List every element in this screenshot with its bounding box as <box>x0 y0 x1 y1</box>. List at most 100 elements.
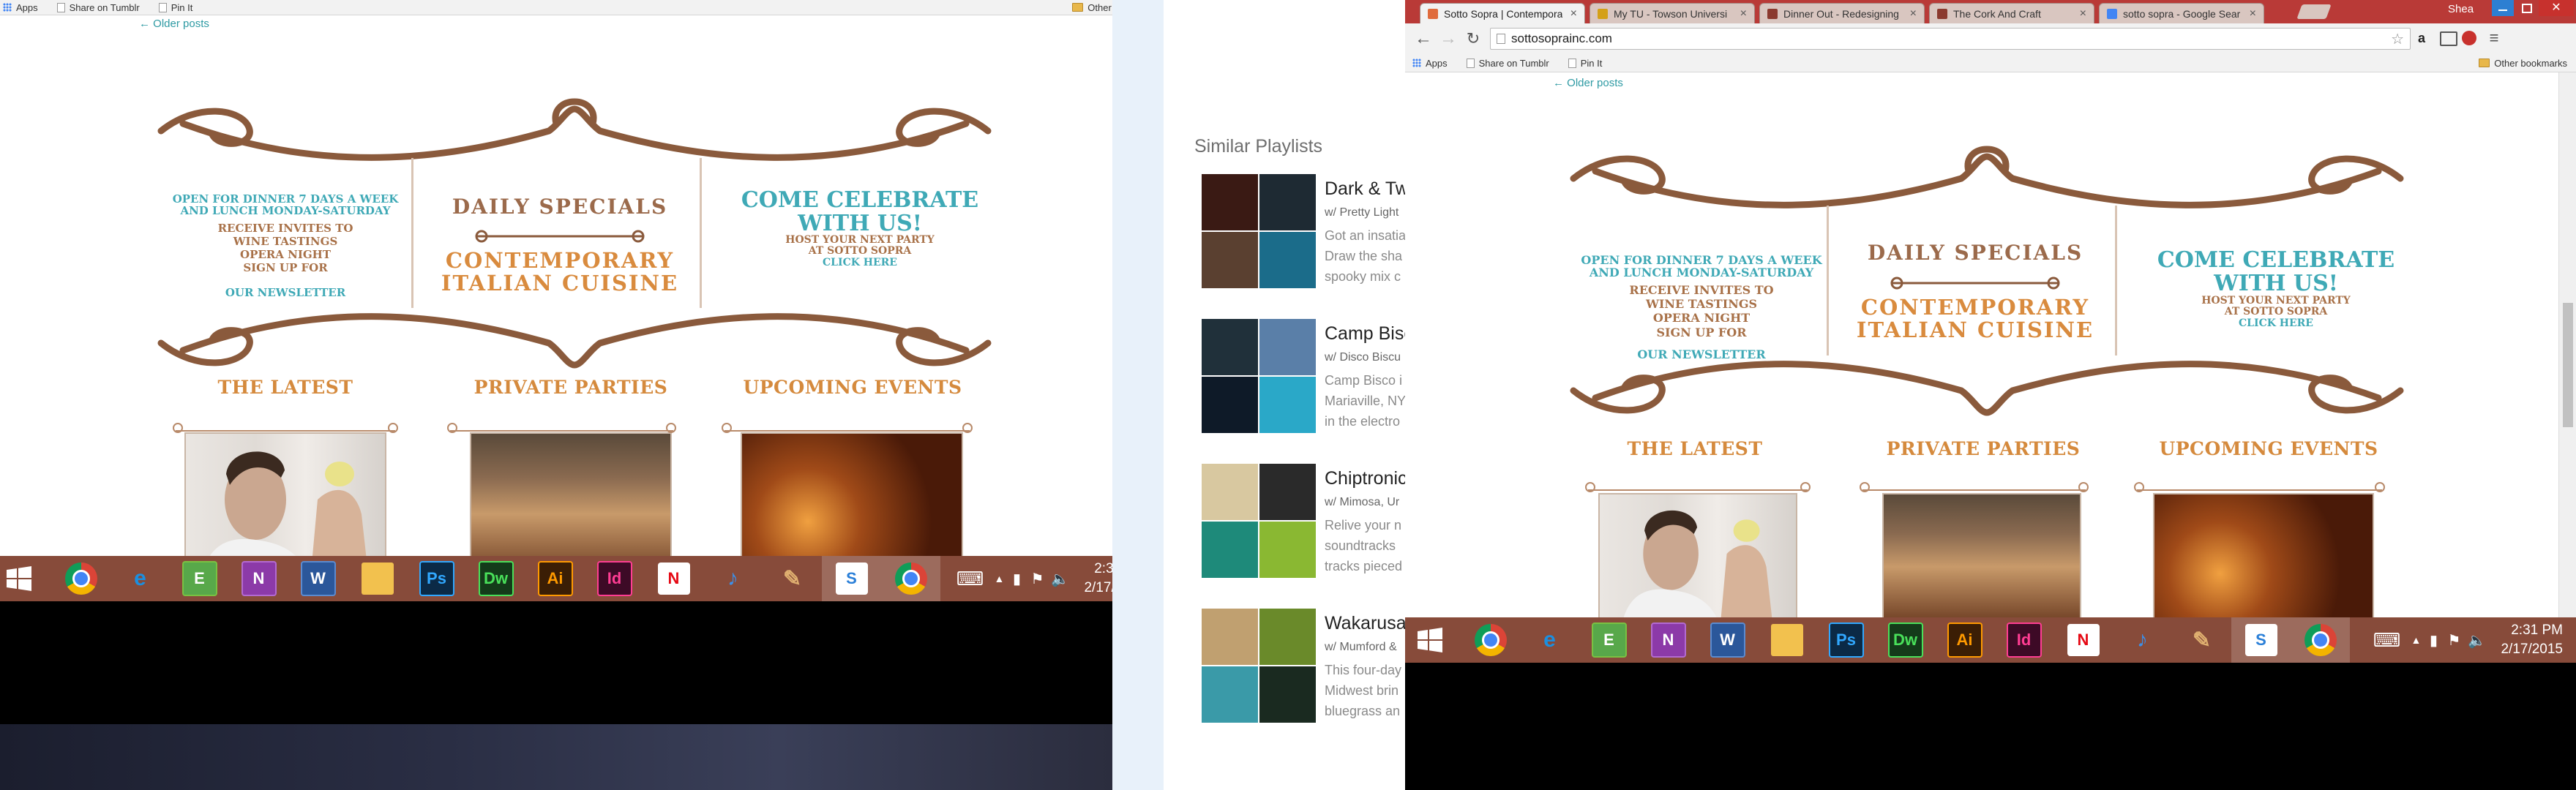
older-posts-link[interactable]: ← Older posts <box>139 18 209 30</box>
evernote-icon[interactable]: E <box>170 556 229 601</box>
playlist-item[interactable]: Camp Bisc w/ Disco Biscu Camp Bisco i Maria… <box>1202 319 1405 458</box>
chrome-icon[interactable] <box>1461 617 1520 663</box>
tab-close-icon[interactable]: × <box>2245 7 2256 20</box>
start-button[interactable] <box>1411 617 1449 663</box>
apps-bookmark[interactable]: Apps <box>1412 58 1448 69</box>
evernote-icon[interactable]: E <box>1579 617 1639 663</box>
indesign-icon[interactable]: Id <box>585 556 644 601</box>
tab-close-icon[interactable]: × <box>2075 7 2086 20</box>
songza-icon[interactable]: S <box>2231 617 2291 663</box>
new-tab-button[interactable] <box>2296 4 2332 19</box>
private-parties-photo[interactable] <box>1882 493 2081 617</box>
right-taskbar: e E N W Ps Dw Ai Id N ♪ ✎ S ⌨ ▲ ▮ ⚑ 🔈 2:31 PM 2/17/… <box>1405 617 2576 663</box>
dreamweaver-icon[interactable]: Dw <box>466 556 525 601</box>
user-profile-label[interactable]: Shea <box>2448 3 2474 15</box>
onenote-icon[interactable]: N <box>1639 617 1698 663</box>
amazon-extension-icon[interactable]: a <box>2418 31 2434 47</box>
lastpass-icon[interactable] <box>2462 31 2476 45</box>
playlist-artists: w/ Pretty Light <box>1325 206 1399 219</box>
tumblr-bookmark[interactable]: Share on Tumblr <box>1466 58 1549 69</box>
browser-tab-1[interactable]: Sotto Sopra | Contempora × <box>1420 3 1585 23</box>
chrome-icon[interactable] <box>51 556 111 601</box>
apps-bookmark[interactable]: Apps <box>3 2 38 13</box>
right-clock[interactable]: 2:31 PM 2/17/2015 <box>2501 621 2563 658</box>
itunes-icon[interactable]: ♪ <box>2113 617 2172 663</box>
internet-explorer-icon[interactable]: e <box>111 556 170 601</box>
address-bar[interactable]: sottosoprainc.com ☆ <box>1490 28 2411 50</box>
browser-tab-4[interactable]: The Cork And Craft × <box>1929 3 2094 23</box>
newsletter-link[interactable]: our newsletter <box>154 287 417 298</box>
indesign-icon[interactable]: Id <box>1994 617 2053 663</box>
latest-photo[interactable] <box>184 432 386 556</box>
itunes-icon[interactable]: ♪ <box>703 556 763 601</box>
volume-icon[interactable]: 🔈 <box>2464 617 2489 663</box>
chrome-active-icon[interactable] <box>881 556 940 601</box>
paintbrush-icon[interactable]: ✎ <box>763 556 822 601</box>
tray-overflow-icon[interactable]: ▲ <box>2408 617 2423 663</box>
tray-overflow-icon[interactable]: ▲ <box>992 556 1006 601</box>
paintbrush-icon[interactable]: ✎ <box>2172 617 2231 663</box>
file-explorer-icon[interactable] <box>348 556 407 601</box>
right-scrollbar-track[interactable] <box>2558 72 2576 617</box>
minimize-button[interactable] <box>2492 0 2514 16</box>
upcoming-events-photo[interactable] <box>2153 493 2374 617</box>
playlist-title[interactable]: Camp Bisc <box>1325 323 1405 345</box>
chrome-active-icon[interactable] <box>2291 617 2350 663</box>
tab-close-icon[interactable]: × <box>1906 7 1917 20</box>
pin-bookmark[interactable]: Pin It <box>158 2 192 13</box>
battery-icon[interactable]: ▮ <box>1006 556 1027 601</box>
latest-photo[interactable] <box>1598 493 1797 617</box>
dreamweaver-icon[interactable]: Dw <box>1876 617 1935 663</box>
pin-bookmark[interactable]: Pin It <box>1568 58 1602 69</box>
cast-icon[interactable] <box>2440 31 2457 46</box>
restore-button[interactable] <box>2515 0 2537 16</box>
playlist-title[interactable]: Wakarusa <box>1325 613 1405 634</box>
tab-close-icon[interactable]: × <box>1566 7 1577 20</box>
chrome-menu-icon[interactable]: ≡ <box>2485 28 2503 48</box>
photoshop-icon[interactable]: Ps <box>1816 617 1876 663</box>
battery-icon[interactable]: ▮ <box>2423 617 2444 663</box>
click-here-link[interactable]: Click Here <box>706 257 1014 268</box>
keyboard-icon[interactable]: ⌨ <box>2365 617 2408 663</box>
upcoming-events-photo[interactable] <box>741 432 963 556</box>
songza-icon[interactable]: S <box>822 556 881 601</box>
internet-explorer-icon[interactable]: e <box>1520 617 1579 663</box>
keyboard-icon[interactable]: ⌨ <box>948 556 992 601</box>
private-parties-photo[interactable] <box>470 432 672 556</box>
older-posts-link[interactable]: ← Older posts <box>1553 77 1623 89</box>
volume-icon[interactable]: 🔈 <box>1047 556 1072 601</box>
tab-close-icon[interactable]: × <box>1736 7 1747 20</box>
start-button[interactable] <box>0 556 38 601</box>
playlist-item[interactable]: Dark & Tw w/ Pretty Light Got an insatia Dr… <box>1202 174 1405 313</box>
close-window-button[interactable]: ✕ <box>2539 0 2574 16</box>
bookmark-star-icon[interactable]: ☆ <box>2391 30 2404 48</box>
playlist-title[interactable]: Dark & Tw <box>1325 178 1405 200</box>
playlist-item[interactable]: Wakarusa w/ Mumford & This four-day Midwest… <box>1202 609 1405 748</box>
illustrator-icon[interactable]: Ai <box>1935 617 1994 663</box>
browser-tab-5[interactable]: sotto sopra - Google Sear × <box>2099 3 2264 23</box>
right-scrollbar-thumb[interactable] <box>2563 303 2573 427</box>
playlist-title[interactable]: Chiptronic <box>1325 468 1405 489</box>
flag-icon[interactable]: ⚑ <box>1027 556 1047 601</box>
netflix-icon[interactable]: N <box>644 556 703 601</box>
newsletter-link[interactable]: our newsletter <box>1566 348 1837 361</box>
browser-tab-2[interactable]: My TU - Towson Universi × <box>1590 3 1755 23</box>
file-explorer-icon[interactable] <box>1757 617 1816 663</box>
other-bookmarks[interactable]: Other bookmarks <box>2479 58 2567 69</box>
tumblr-bookmark[interactable]: Share on Tumblr <box>56 2 140 13</box>
right-clock-time: 2:31 PM <box>2511 622 2563 639</box>
illustrator-icon[interactable]: Ai <box>525 556 585 601</box>
forward-button[interactable]: → <box>1439 29 1458 48</box>
playlist-item[interactable]: Chiptronic w/ Mimosa, Ur Relive your n soun… <box>1202 464 1405 603</box>
click-here-link[interactable]: Click Here <box>2122 317 2430 329</box>
flag-icon[interactable]: ⚑ <box>2444 617 2464 663</box>
reload-button[interactable]: ↻ <box>1464 29 1483 48</box>
onenote-icon[interactable]: N <box>229 556 288 601</box>
photoshop-icon[interactable]: Ps <box>407 556 466 601</box>
netflix-icon[interactable]: N <box>2053 617 2113 663</box>
playlist-thumbnail <box>1202 464 1316 578</box>
browser-tab-3[interactable]: Dinner Out - Redesigning × <box>1759 3 1925 23</box>
word-icon[interactable]: W <box>288 556 348 601</box>
back-button[interactable]: ← <box>1414 29 1433 48</box>
word-icon[interactable]: W <box>1698 617 1757 663</box>
